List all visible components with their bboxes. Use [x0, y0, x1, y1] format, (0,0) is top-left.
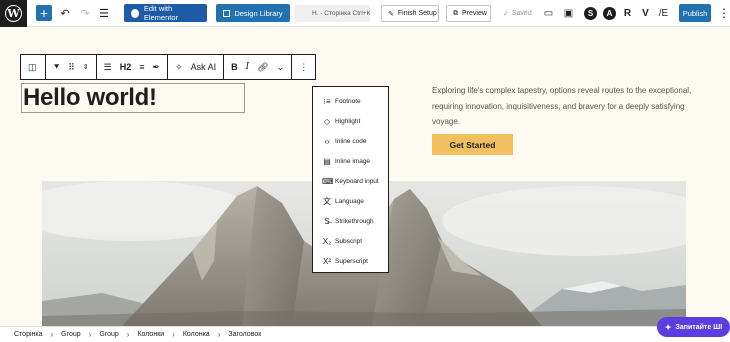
columns-parent-icon[interactable]: ◫	[24, 55, 41, 79]
bookmark-icon[interactable]: ⯆	[49, 55, 64, 79]
external-link-icon: ⧉	[453, 9, 458, 17]
chevron-right-icon: ›	[172, 330, 175, 339]
publish-button[interactable]: Publish	[679, 4, 711, 22]
block-options-icon[interactable]: ⋮	[295, 55, 312, 79]
add-block-button[interactable]: +	[36, 5, 52, 21]
more-options-icon[interactable]: ⋮	[718, 4, 730, 22]
ai-sparkle-icon[interactable]: ✧	[171, 55, 187, 79]
check-icon: ✓	[503, 10, 509, 18]
language-icon: 文	[323, 196, 331, 206]
menu-item-subscript[interactable]: X₂ Subscript	[313, 231, 388, 251]
text-align-icon[interactable]: ≡	[135, 55, 148, 79]
footnote-icon: ⁝≡	[323, 96, 331, 106]
breadcrumb-item[interactable]: Сторінка	[14, 331, 43, 338]
menu-item-footnote[interactable]: ⁝≡ Footnote	[313, 91, 388, 111]
chevron-right-icon: ›	[50, 330, 54, 339]
undo-icon[interactable]: ↶	[57, 0, 73, 27]
superscript-icon: X²	[323, 256, 331, 266]
ai-sparkle-icon: ✦	[664, 322, 672, 332]
keyboard-icon: ⌨	[322, 176, 334, 186]
italic-button[interactable]: I	[242, 55, 254, 79]
link-icon[interactable]: 🔗︎	[253, 55, 272, 79]
edit-with-elementor-button[interactable]: Edit with Elementor	[124, 4, 207, 22]
image-icon: ▤	[323, 156, 331, 166]
plugin-e-icon[interactable]: /E	[656, 6, 671, 21]
design-library-button[interactable]: Design Library	[216, 4, 290, 22]
subscript-icon: X₂	[322, 236, 332, 246]
menu-item-superscript[interactable]: X² Superscript	[313, 251, 388, 271]
drag-handle-icon[interactable]: ⠿	[64, 55, 79, 79]
plugin-r-icon[interactable]: R	[620, 6, 635, 21]
plugin-v-icon[interactable]: V	[638, 6, 653, 21]
breadcrumb-item[interactable]: Group	[61, 331, 80, 338]
wordpress-logo-icon[interactable]: W	[0, 0, 27, 27]
menu-item-language[interactable]: 文 Language	[313, 191, 388, 211]
plugin-a-icon[interactable]: A	[603, 7, 616, 20]
top-toolbar: W + ↶ ↷ ☰ Edit with Elementor Design Lib…	[0, 0, 730, 27]
library-icon	[223, 9, 231, 17]
chevron-right-icon: ›	[217, 330, 221, 339]
menu-item-inline-code[interactable]: ‹› Inline code	[313, 131, 388, 151]
desktop-view-icon[interactable]: ▭	[541, 6, 556, 21]
chevron-down-icon[interactable]: ⌄	[273, 55, 289, 79]
code-icon: ‹›	[324, 136, 330, 146]
get-started-button[interactable]: Get Started	[432, 134, 513, 155]
breadcrumb-item[interactable]: Group	[99, 331, 118, 338]
page-heading[interactable]: Hello world!	[23, 83, 157, 113]
format-dropdown-menu: ⁝≡ Footnote ◇ Highlight ‹› Inline code ▤…	[312, 86, 389, 273]
bold-button[interactable]: B	[227, 55, 242, 79]
menu-item-strikethrough[interactable]: S̶ Strikethrough	[313, 211, 388, 231]
saved-status: ✓ Saved	[503, 10, 532, 18]
intro-paragraph[interactable]: Exploring life's complex tapestry, optio…	[432, 83, 710, 130]
redo-icon[interactable]: ↷	[77, 0, 93, 27]
breadcrumb-item[interactable]: Колонки	[137, 331, 164, 338]
chevron-right-icon: ›	[126, 330, 130, 339]
ask-ai-fab-button[interactable]: ✦ Запитайте ШІ	[657, 317, 730, 337]
preview-button[interactable]: ⧉ Preview	[446, 5, 491, 22]
breadcrumb-item[interactable]: Заголовок	[228, 331, 261, 338]
chevron-right-icon: ›	[88, 330, 92, 339]
breadcrumb-item[interactable]: Колонка	[183, 331, 210, 338]
block-toolbar: ◫ ⯆ ⠿ ⇕ ☰ H2 ≡ ✒ ✧ Ask AI B I 🔗︎ ⌄ ⋮	[20, 54, 317, 80]
menu-item-keyboard-input[interactable]: ⌨ Keyboard input	[313, 171, 388, 191]
heading-level-button[interactable]: H2	[116, 55, 136, 79]
finish-setup-button[interactable]: ✎ Finish Setup	[381, 5, 439, 22]
menu-item-highlight[interactable]: ◇ Highlight	[313, 111, 388, 131]
plugin-s-icon[interactable]: S	[584, 7, 597, 20]
highlighter-icon[interactable]: ✒	[149, 55, 165, 79]
ask-ai-button[interactable]: Ask AI	[187, 55, 221, 79]
align-icon[interactable]: ☰	[100, 55, 116, 79]
menu-item-inline-image[interactable]: ▤ Inline image	[313, 151, 388, 171]
strikethrough-icon: S̶	[324, 216, 330, 226]
elementor-icon	[131, 8, 139, 18]
list-view-icon[interactable]: ☰	[96, 0, 112, 27]
block-breadcrumb: Сторінка › Group › Group › Колонки › Кол…	[0, 326, 730, 342]
move-up-down-icon[interactable]: ⇕	[79, 55, 93, 79]
template-icon[interactable]: ▣	[561, 6, 576, 21]
command-palette[interactable]: H. - Сторінка Ctrl+K	[294, 5, 370, 22]
highlight-icon: ◇	[323, 116, 331, 126]
setup-icon: ✎	[388, 10, 394, 18]
